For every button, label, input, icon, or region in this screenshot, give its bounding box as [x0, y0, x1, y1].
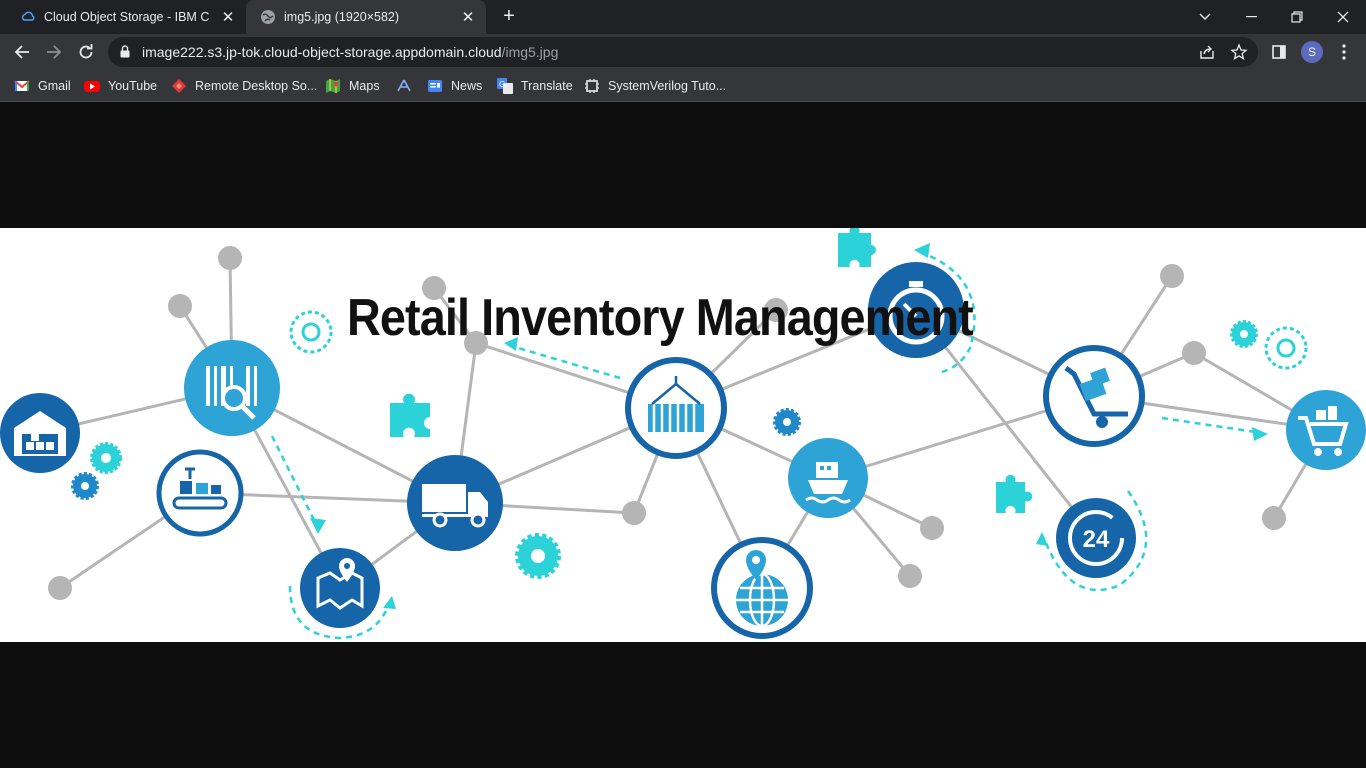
chip-icon [585, 79, 599, 93]
forward-button[interactable] [40, 38, 68, 66]
side-panel-icon[interactable] [1269, 42, 1289, 62]
cargo-ship-icon [788, 438, 868, 518]
shipping-container-icon [625, 357, 727, 459]
bookmark-star-icon[interactable] [1230, 43, 1248, 61]
bookmark-label: Gmail [38, 79, 71, 93]
24-hour-icon: 24 [1056, 498, 1136, 578]
bookmark-label: News [451, 79, 483, 93]
url-path: /img5.jpg [501, 44, 559, 60]
tab-search-icon[interactable] [1182, 0, 1228, 34]
restore-icon[interactable] [1274, 0, 1320, 34]
bookmark-translate[interactable]: G Translate [497, 76, 573, 96]
forward-arrow-icon [47, 45, 62, 59]
tab-title: img5.jpg (1920×582) [284, 10, 400, 24]
close-icon[interactable]: ✕ [218, 7, 238, 27]
gmail-icon [14, 80, 30, 91]
reload-icon [79, 44, 93, 59]
toolbar: image222.s3.jp-tok.cloud-object-storage.… [0, 34, 1366, 70]
globe-icon [261, 10, 275, 24]
conveyor-icon [156, 449, 244, 537]
url-host: image222.s3.jp-tok.cloud-object-storage.… [142, 44, 502, 60]
close-window-icon[interactable] [1320, 0, 1366, 34]
tab-strip: Cloud Object Storage - IBM Cloud ✕ img5.… [0, 0, 1366, 34]
svg-text:G: G [499, 80, 505, 89]
bookmark-label: Translate [521, 79, 573, 93]
bookmark-remote-desktop[interactable]: Remote Desktop So... [171, 76, 317, 96]
translate-icon: G [497, 78, 513, 94]
url-text[interactable]: image222.s3.jp-tok.cloud-object-storage.… [142, 44, 558, 60]
banner-title: Retail Inventory Management [347, 289, 974, 347]
globe-location-icon [711, 537, 813, 639]
remote-desktop-icon [172, 79, 186, 93]
displayed-image[interactable]: 24 Retail Inventory Management [0, 228, 1366, 642]
barcode-search-icon [184, 340, 280, 436]
lock-icon [120, 45, 130, 58]
delivery-truck-icon [407, 455, 503, 551]
shopping-cart-icon [1286, 390, 1366, 470]
bookmark-youtube[interactable]: YouTube [84, 76, 157, 96]
tab-title: Cloud Object Storage - IBM Cloud [44, 10, 210, 24]
avatar[interactable]: S [1301, 41, 1323, 63]
tab-img5[interactable]: img5.jpg (1920×582) ✕ [246, 0, 486, 34]
image-viewer: 24 Retail Inventory Management [0, 103, 1366, 768]
news-icon [428, 80, 442, 92]
bookmark-label: SystemVerilog Tuto... [608, 79, 727, 93]
bookmark-maps[interactable]: Maps [325, 76, 380, 96]
tab-cloud-object-storage[interactable]: Cloud Object Storage - IBM Cloud ✕ [0, 0, 246, 34]
back-arrow-icon [14, 45, 29, 59]
bookmark-label: Maps [349, 79, 380, 93]
bookmark-news[interactable]: News [427, 76, 482, 96]
warehouse-icon [0, 393, 80, 473]
bookmark-drive[interactable] [396, 76, 420, 96]
bookmark-systemverilog[interactable]: SystemVerilog Tuto... [584, 76, 726, 96]
reload-button[interactable] [72, 38, 100, 66]
share-icon[interactable] [1198, 43, 1216, 61]
svg-text:24: 24 [1083, 526, 1110, 553]
bookmarks-bar: Gmail YouTube Remote Desktop So... Maps … [0, 70, 1366, 102]
minimize-icon[interactable] [1228, 0, 1274, 34]
back-button[interactable] [8, 38, 36, 66]
address-bar[interactable]: image222.s3.jp-tok.cloud-object-storage.… [108, 37, 1258, 67]
youtube-icon [84, 81, 100, 92]
map-pin-icon [300, 548, 380, 628]
bookmark-gmail[interactable]: Gmail [14, 76, 71, 96]
drive-icon [397, 79, 411, 92]
bookmark-label: YouTube [108, 79, 158, 93]
close-icon[interactable]: ✕ [458, 7, 478, 27]
menu-kebab-icon[interactable] [1334, 42, 1354, 62]
bookmark-label: Remote Desktop So... [195, 79, 318, 93]
new-tab-button[interactable]: + [498, 6, 520, 28]
hand-truck-icon [1043, 345, 1145, 447]
maps-icon [326, 79, 340, 93]
ibm-cloud-icon [21, 11, 35, 21]
